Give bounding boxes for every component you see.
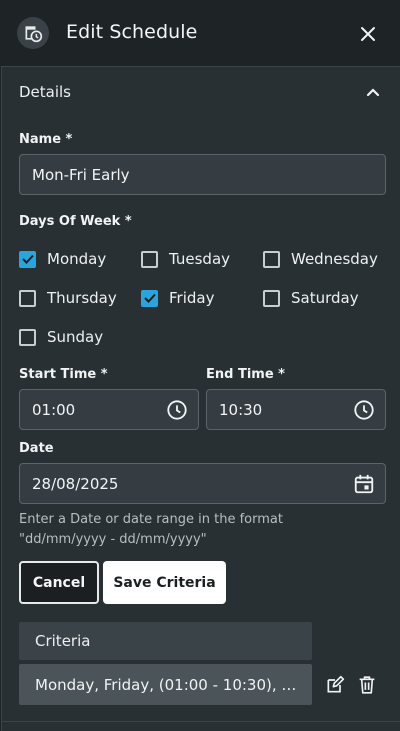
checkbox-wednesday[interactable]: Wednesday [263,250,378,268]
checkbox-unchecked-icon [263,250,280,268]
details-panel: Details Name * Mon-Fri Early Days Of Wee… [1,66,400,731]
edit-criteria-button[interactable] [324,674,346,696]
date-label: Date [19,441,54,456]
start-time-label: Start Time * [19,367,108,382]
checkbox-label: Monday [47,250,107,268]
delete-criteria-button[interactable] [356,674,378,696]
criteria-row[interactable]: Monday, Friday, (01:00 - 10:30), 29/... [19,664,312,705]
name-input[interactable]: Mon-Fri Early [19,154,386,195]
date-value: 28/08/2025 [32,474,119,493]
checkbox-label: Saturday [291,289,359,307]
start-time-value: 01:00 [32,400,76,419]
calendar-icon[interactable] [352,472,376,496]
details-section-title: Details [19,83,72,101]
checkbox-sunday[interactable]: Sunday [19,328,103,346]
checkbox-checked-icon [141,289,158,307]
dialog-header: Edit Schedule [0,0,400,66]
checkbox-checked-icon [19,250,36,268]
checkbox-tuesday[interactable]: Tuesday [141,250,230,268]
checkbox-label: Tuesday [169,250,231,268]
date-format-hint: Enter a Date or date range in the format… [19,512,283,547]
edit-icon [327,675,345,693]
checkbox-label: Friday [169,289,215,307]
save-criteria-button[interactable]: Save Criteria [103,561,226,604]
checkbox-monday[interactable]: Monday [19,250,106,268]
close-icon [361,27,375,41]
chevron-up-icon [366,88,380,97]
clock-icon[interactable] [352,398,376,422]
collapse-details-button[interactable] [363,82,383,102]
delete-icon [359,676,375,694]
checkbox-thursday[interactable]: Thursday [19,289,117,307]
criteria-table-header: Criteria [19,622,312,660]
calendar-clock-icon [17,17,49,49]
dialog-title: Edit Schedule [66,21,198,43]
days-of-week-label: Days Of Week * [19,214,132,229]
clock-icon[interactable] [165,398,189,422]
checkbox-saturday[interactable]: Saturday [263,289,359,307]
date-input[interactable]: 28/08/2025 [19,463,386,504]
close-button[interactable] [356,22,380,46]
end-time-value: 10:30 [219,400,263,419]
criteria-row-text: Monday, Friday, (01:00 - 10:30), 29/... [35,675,297,694]
name-input-value: Mon-Fri Early [32,165,130,184]
end-time-input[interactable]: 10:30 [206,389,386,430]
checkbox-label: Sunday [47,328,104,346]
checkbox-unchecked-icon [19,289,36,307]
checkbox-unchecked-icon [19,328,36,346]
end-time-label: End Time * [206,367,285,382]
checkbox-unchecked-icon [141,250,158,268]
footer-divider [2,721,400,722]
checkbox-friday[interactable]: Friday [141,289,214,307]
checkbox-label: Wednesday [291,250,378,268]
name-label: Name * [19,132,73,147]
checkbox-unchecked-icon [263,289,280,307]
cancel-button[interactable]: Cancel [19,561,99,604]
start-time-input[interactable]: 01:00 [19,389,199,430]
checkbox-label: Thursday [47,289,117,307]
